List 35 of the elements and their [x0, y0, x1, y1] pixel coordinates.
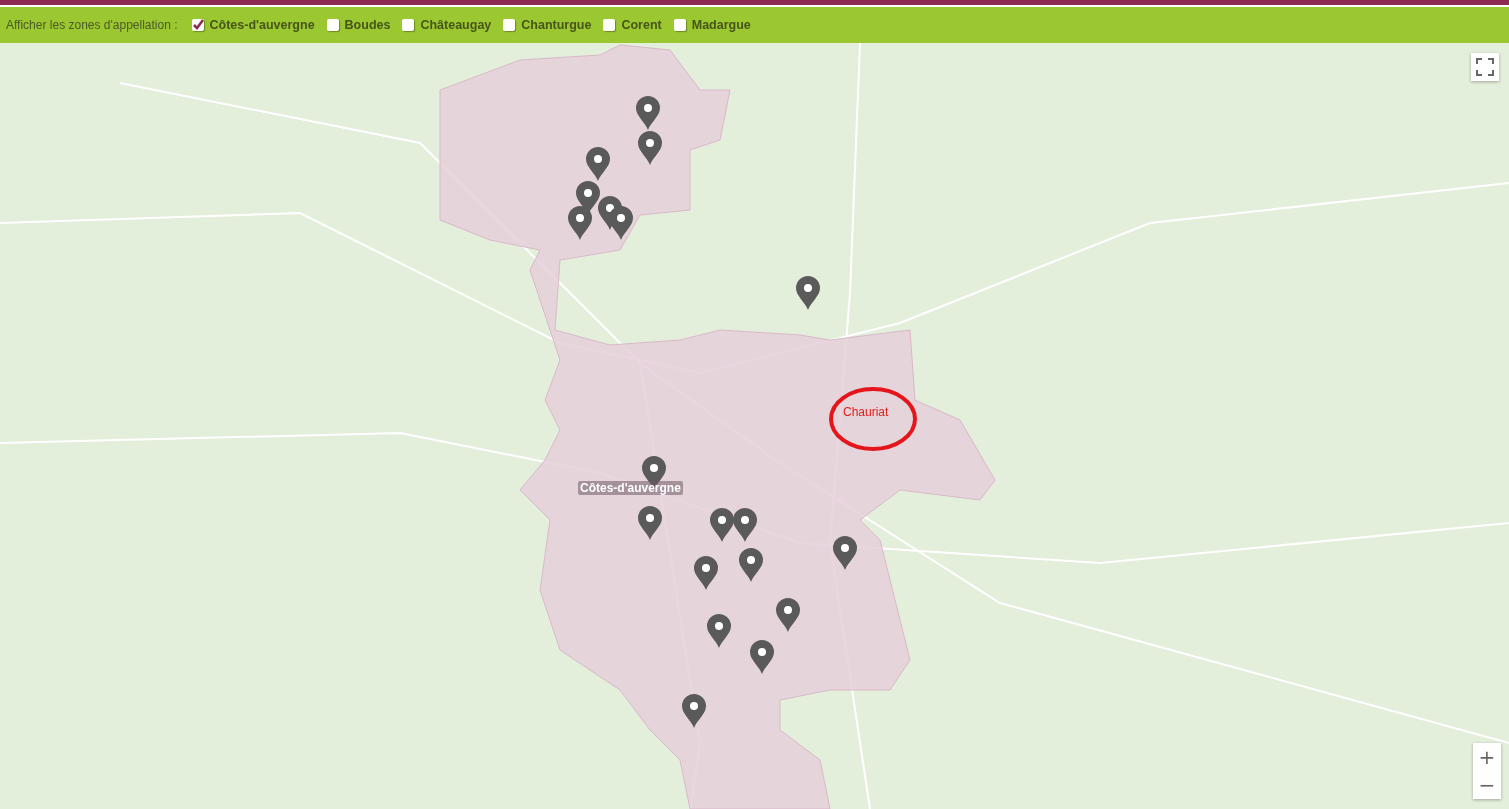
fullscreen-button[interactable]	[1471, 53, 1499, 81]
checkbox-icon[interactable]	[673, 19, 686, 31]
map-pin-icon[interactable]	[739, 548, 763, 582]
map-pin-icon[interactable]	[682, 694, 706, 728]
map-pin-icon[interactable]	[710, 508, 734, 542]
map-pin-icon[interactable]	[694, 556, 718, 590]
map-drawing[interactable]: Côtes-d'auvergne Chauriat + −	[0, 43, 1509, 809]
map-pin-icon[interactable]	[707, 614, 731, 648]
filter-label: Afficher les zones d'appellation :	[6, 18, 178, 32]
zoom-in-button[interactable]: +	[1473, 743, 1501, 771]
zone-checkbox[interactable]: Boudes	[326, 18, 391, 32]
checkbox-icon[interactable]	[326, 19, 339, 31]
map-pin-icon[interactable]	[638, 506, 662, 540]
zone-checkbox[interactable]: Côtes-d'auvergne	[191, 18, 315, 32]
map-pin-icon[interactable]	[776, 598, 800, 632]
zoom-out-button[interactable]: −	[1473, 771, 1501, 799]
checkbox-icon[interactable]	[503, 19, 516, 31]
map-pin-icon[interactable]	[586, 147, 610, 181]
checkbox-icon[interactable]	[402, 19, 415, 31]
checkbox-icon[interactable]	[603, 19, 616, 31]
map-pin-icon[interactable]	[609, 206, 633, 240]
map-pin-icon[interactable]	[833, 536, 857, 570]
map-pin-icon[interactable]	[750, 640, 774, 674]
zone-checkbox[interactable]: Châteaugay	[402, 18, 492, 32]
zone-checkbox[interactable]: Madargue	[673, 18, 751, 32]
annotation-label: Chauriat	[843, 405, 889, 419]
map-pin-icon[interactable]	[796, 276, 820, 310]
map-pin-icon[interactable]	[568, 206, 592, 240]
map-pin-icon[interactable]	[636, 96, 660, 130]
map-pin-icon[interactable]	[733, 508, 757, 542]
map-pin-icon[interactable]	[638, 131, 662, 165]
zone-label: Côtes-d'auvergne	[578, 481, 683, 495]
zone-checkbox[interactable]: Corent	[603, 18, 662, 32]
checkbox-icon[interactable]	[191, 19, 204, 31]
zone-checkbox[interactable]: Chanturgue	[503, 18, 592, 32]
